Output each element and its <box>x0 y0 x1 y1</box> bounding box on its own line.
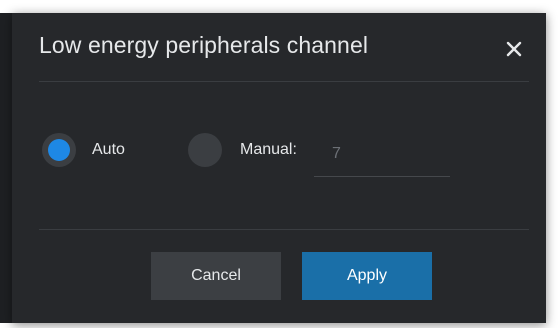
apply-button[interactable]: Apply <box>302 252 432 300</box>
manual-radio[interactable] <box>188 133 222 167</box>
auto-radio[interactable] <box>42 133 76 167</box>
auto-label[interactable]: Auto <box>92 141 125 159</box>
close-icon <box>506 41 522 57</box>
close-button[interactable] <box>500 35 528 63</box>
header-divider <box>39 81 529 82</box>
radio-selected-dot <box>48 139 70 161</box>
channel-dialog: Low energy peripherals channel Auto Manu… <box>12 13 546 323</box>
channel-mode-group: Auto Manual: <box>12 131 546 177</box>
background-app-strip <box>0 13 12 323</box>
manual-channel-input[interactable] <box>314 131 450 177</box>
manual-label[interactable]: Manual: <box>240 141 297 159</box>
dialog-header: Low energy peripherals channel <box>12 13 546 81</box>
footer-divider <box>39 229 529 230</box>
cancel-button[interactable]: Cancel <box>151 252 281 300</box>
dialog-title: Low energy peripherals channel <box>39 32 369 58</box>
